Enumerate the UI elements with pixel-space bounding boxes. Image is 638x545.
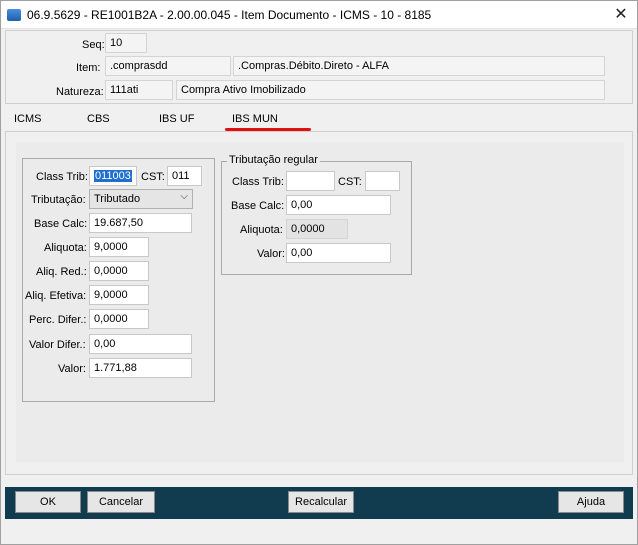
tab-inner-panel: Class Trib: 011003 CST: 011 Tributação: … — [16, 142, 624, 462]
tributacao-regular-group: Tributação regular Class Trib: CST: Base… — [221, 154, 412, 275]
aliq-red-label: Aliq. Red.: — [36, 266, 87, 278]
regular-class-trib-label: Class Trib: — [232, 176, 284, 188]
regular-valor-label: Valor: — [257, 248, 285, 260]
ok-button[interactable]: OK — [15, 491, 81, 513]
tributacao-regular-legend: Tributação regular — [227, 154, 320, 166]
aliquota-input[interactable]: 9,0000 — [89, 237, 149, 257]
window-title: 06.9.5629 - RE1001B2A - 2.00.00.045 - It… — [27, 8, 432, 22]
tributacao-selected-value: Tributado — [94, 193, 141, 205]
regular-base-calc-input[interactable]: 0,00 — [286, 195, 391, 215]
tab-content-ibs-mun: Class Trib: 011003 CST: 011 Tributação: … — [5, 131, 633, 475]
regular-aliquota-label: Aliquota: — [240, 224, 283, 236]
regular-class-trib-input[interactable] — [286, 171, 335, 191]
aliq-red-input[interactable]: 0,0000 — [89, 261, 149, 281]
regular-valor-input[interactable]: 0,00 — [286, 243, 391, 263]
regular-cst-label: CST: — [338, 176, 362, 188]
item-code-field: .comprasdd — [105, 56, 231, 76]
valor-difer-input[interactable]: 0,00 — [89, 334, 192, 354]
tab-bar: ICMS CBS IBS UF IBS MUN — [5, 109, 633, 131]
title-bar: 06.9.5629 - RE1001B2A - 2.00.00.045 - It… — [1, 1, 637, 29]
valor-difer-label: Valor Difer.: — [29, 339, 86, 351]
valor-input[interactable]: 1.771,88 — [89, 358, 192, 378]
tab-icms[interactable]: ICMS — [14, 113, 42, 125]
app-icon — [7, 9, 21, 21]
item-label: Item: — [76, 62, 101, 74]
base-calc-input[interactable]: 19.687,50 — [89, 213, 192, 233]
aliquota-label: Aliquota: — [44, 242, 87, 254]
natureza-label: Natureza: — [56, 86, 104, 98]
recalculate-button[interactable]: Recalcular — [288, 491, 354, 513]
tax-values-group: Class Trib: 011003 CST: 011 Tributação: … — [22, 158, 215, 402]
cancel-button[interactable]: Cancelar — [87, 491, 155, 513]
seq-label: Seq: — [82, 39, 105, 51]
seq-field: 10 — [105, 33, 147, 53]
class-trib-input[interactable]: 011003 — [89, 166, 137, 186]
dialog-window: 06.9.5629 - RE1001B2A - 2.00.00.045 - It… — [0, 0, 638, 545]
valor-label: Valor: — [58, 363, 86, 375]
tab-cbs[interactable]: CBS — [87, 113, 110, 125]
class-trib-label: Class Trib: — [36, 171, 88, 183]
regular-aliquota-field: 0,0000 — [286, 219, 348, 239]
regular-base-calc-label: Base Calc: — [231, 200, 285, 212]
tab-ibs-mun[interactable]: IBS MUN — [232, 113, 278, 125]
cst-input[interactable]: 011 — [167, 166, 202, 186]
regular-cst-input[interactable] — [365, 171, 400, 191]
close-icon[interactable]: ✕ — [609, 3, 633, 27]
base-calc-label: Base Calc: — [34, 218, 88, 230]
tab-ibs-uf[interactable]: IBS UF — [159, 113, 194, 125]
perc-difer-input[interactable]: 0,0000 — [89, 309, 149, 329]
perc-difer-label: Perc. Difer.: — [29, 314, 87, 326]
help-button[interactable]: Ajuda — [558, 491, 624, 513]
natureza-description-field: Compra Ativo Imobilizado — [176, 80, 605, 100]
aliq-efetiva-input[interactable]: 9,0000 — [89, 285, 149, 305]
item-description-field: .Compras.Débito.Direto - ALFA — [233, 56, 605, 76]
cst-label: CST: — [141, 171, 165, 183]
document-header: Seq: 10 Item: .comprasdd .Compras.Débito… — [5, 30, 633, 104]
natureza-code-field: 111ati — [105, 80, 173, 100]
chevron-down-icon: ⌵ — [180, 191, 188, 202]
tributacao-select[interactable]: Tributado ⌵ — [89, 189, 193, 209]
tributacao-label: Tributação: — [31, 194, 86, 206]
aliq-efetiva-label: Aliq. Efetiva: — [25, 290, 87, 302]
